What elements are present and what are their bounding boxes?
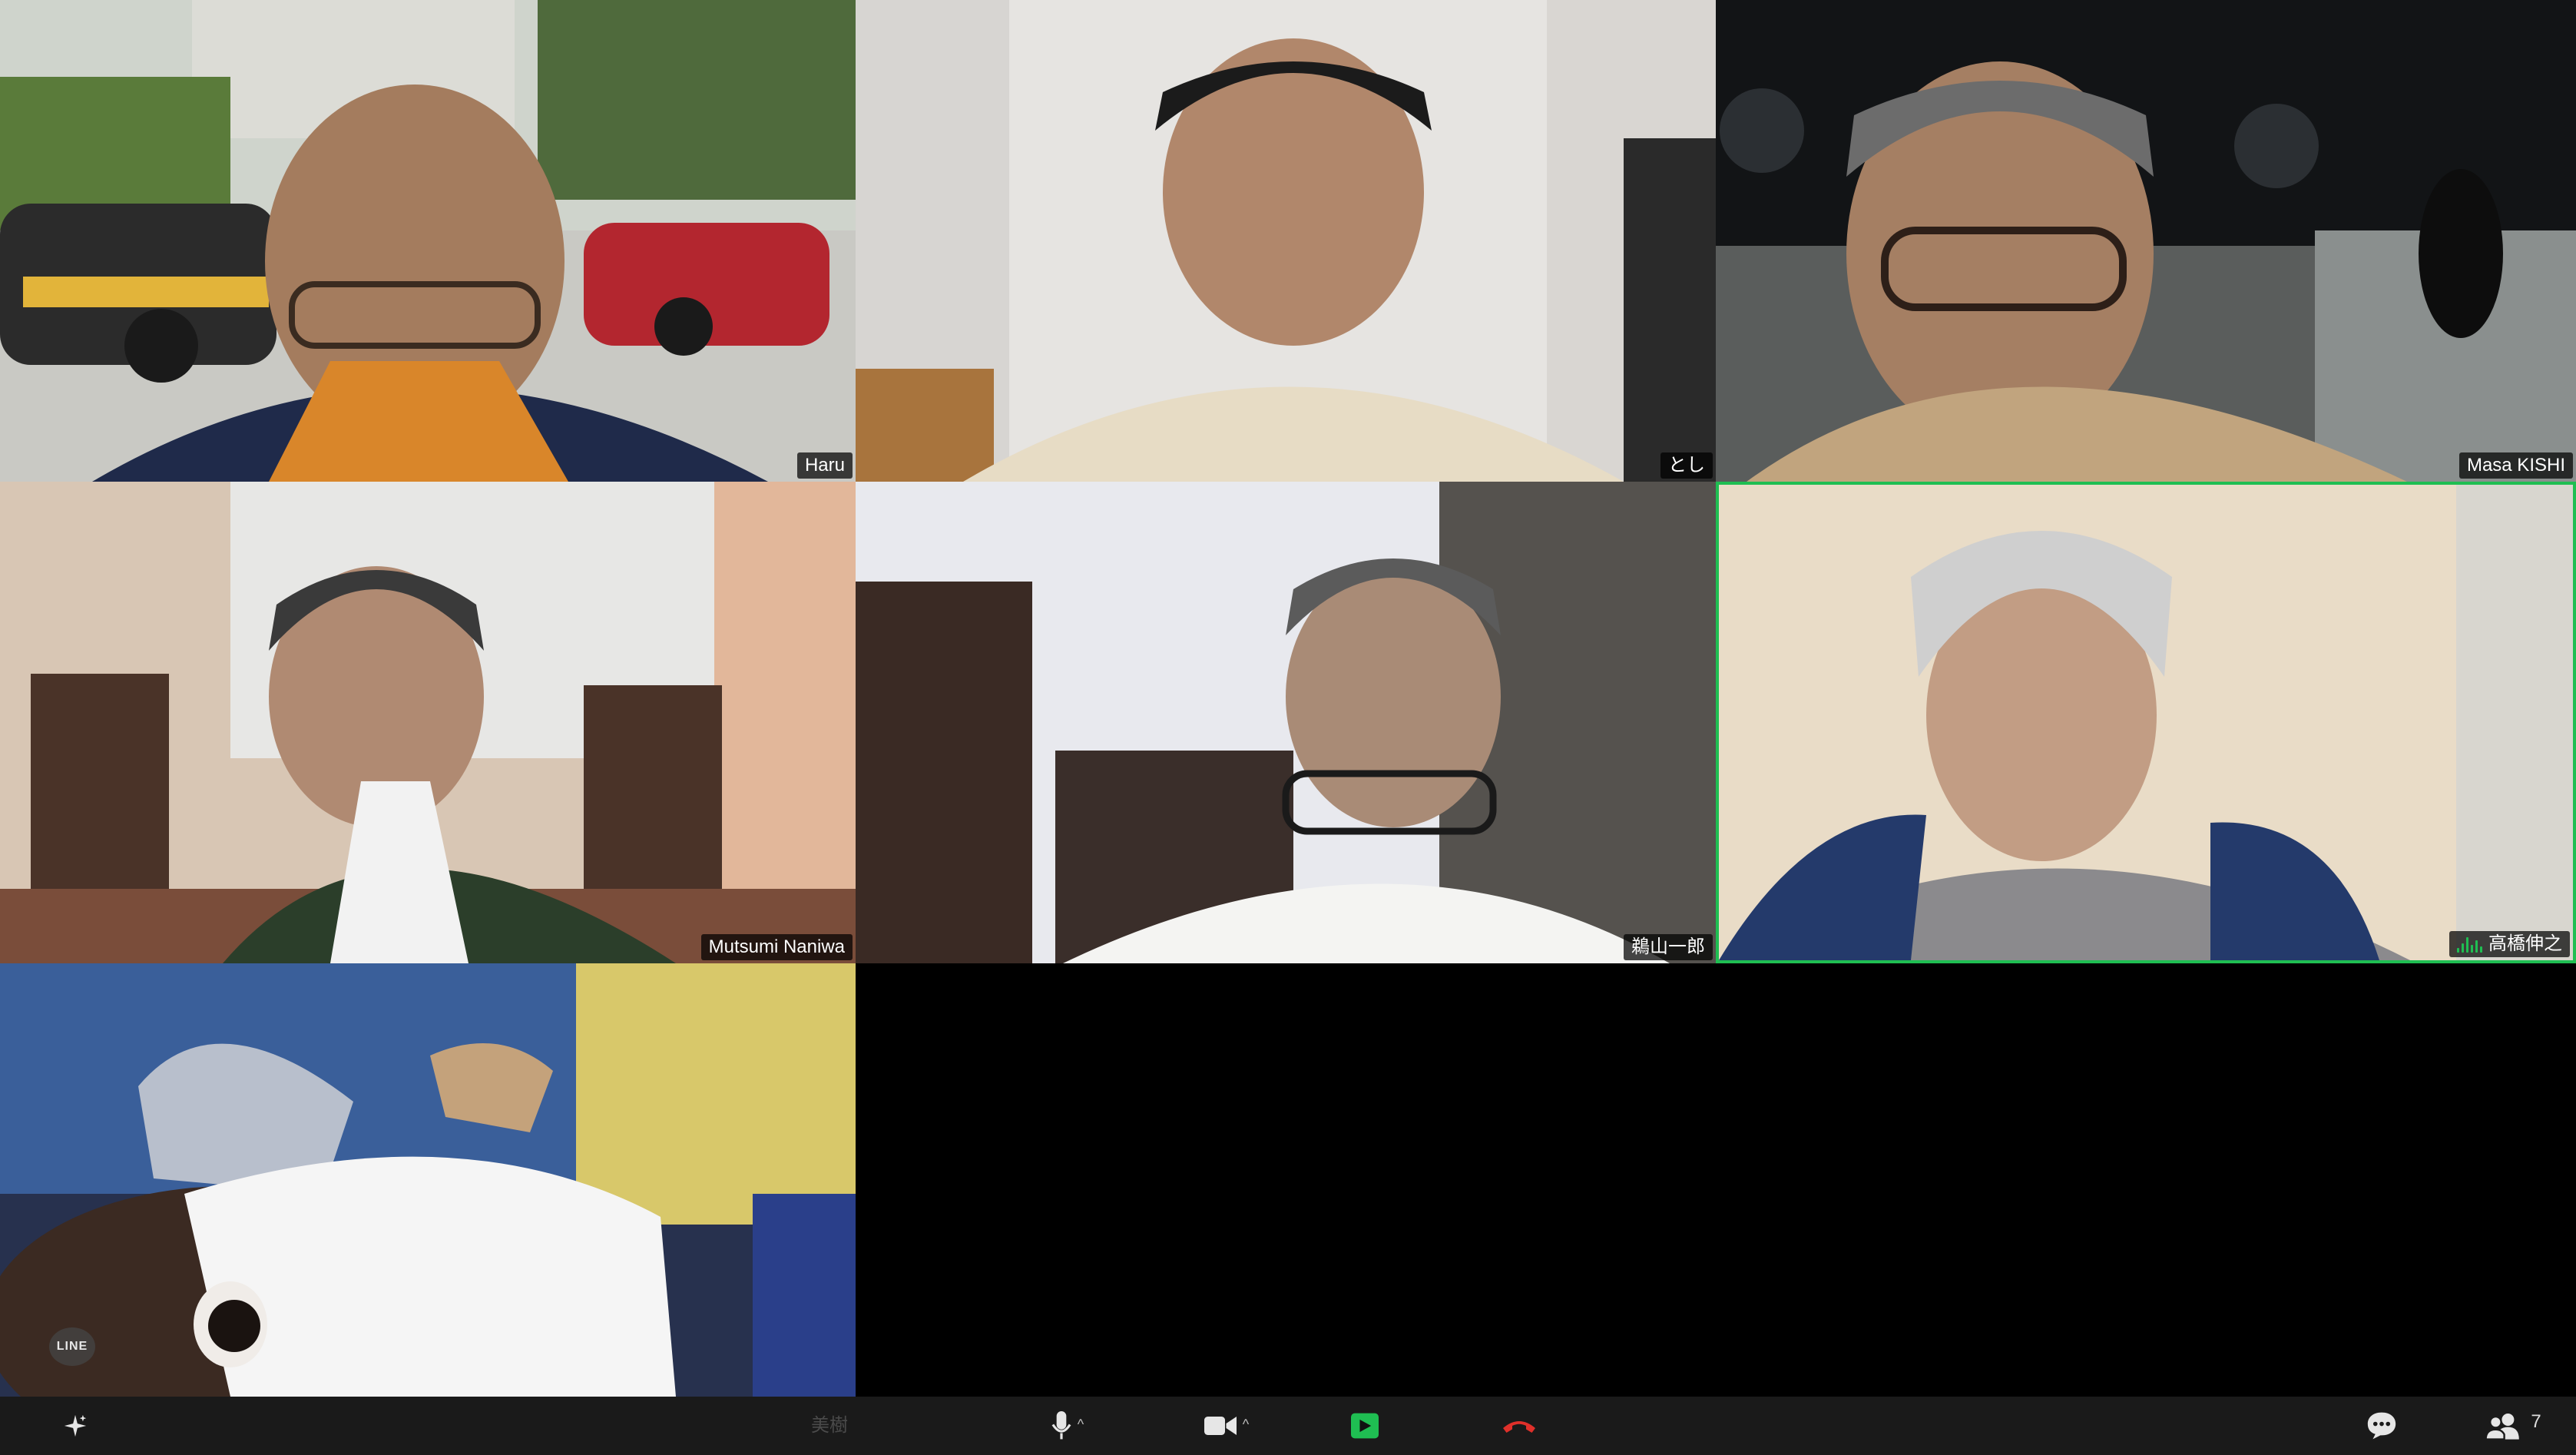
video-feed — [1719, 485, 2573, 960]
video-feed — [856, 482, 1716, 963]
end-call-icon — [1503, 1421, 1535, 1433]
mute-button[interactable]: ^ — [1037, 1397, 1098, 1455]
video-tile-uyama-ichiro[interactable]: 鵜山一郎 — [856, 482, 1716, 963]
participant-name-label: Mutsumi Naniwa — [700, 934, 853, 960]
microphone-icon — [1051, 1411, 1071, 1440]
share-screen-icon — [1351, 1413, 1379, 1439]
video-feed — [0, 482, 856, 963]
video-tile-takahashi-nobuyuki[interactable]: 高橋伸之 — [1716, 482, 2576, 963]
video-camera-icon — [1204, 1417, 1237, 1435]
chat-button[interactable] — [2362, 1397, 2401, 1455]
participant-name: Mutsumi Naniwa — [708, 936, 845, 957]
participant-name: 高橋伸之 — [2488, 933, 2562, 954]
participants-button[interactable]: 7 — [2475, 1397, 2551, 1455]
video-tile-mutsumi-naniwa[interactable]: Mutsumi Naniwa — [0, 482, 856, 963]
chat-icon — [2367, 1412, 2396, 1440]
participant-name: 鵜山一郎 — [1631, 936, 1705, 957]
sparkle-icon — [64, 1414, 87, 1437]
video-feed — [856, 0, 1716, 482]
video-tile-miki[interactable]: LINE — [0, 963, 856, 1397]
share-screen-button[interactable] — [1346, 1397, 1384, 1455]
stop-video-button[interactable]: ^ — [1192, 1397, 1261, 1455]
video-tile-haru[interactable]: Haru — [0, 0, 856, 482]
participant-name-label: Haru — [796, 452, 853, 479]
video-feed — [0, 963, 856, 1397]
participant-name-label: 高橋伸之 — [2449, 931, 2570, 957]
participant-count: 7 — [2531, 1411, 2541, 1432]
meeting-toolbar: 美樹 ^ ^ 7 — [0, 1397, 2576, 1455]
participant-name-label: とし — [1660, 452, 1713, 479]
participant-name-label: 鵜山一郎 — [1624, 934, 1713, 960]
video-feed — [0, 0, 856, 482]
video-call-window: Haru とし Masa KISHI Mutsumi Naniwa 鵜山一郎 高… — [0, 0, 2576, 1455]
participant-name: Masa KISHI — [2466, 455, 2565, 476]
self-view-name: 美樹 — [811, 1415, 848, 1436]
participant-name-label: Masa KISHI — [2458, 452, 2573, 479]
end-call-button[interactable] — [1498, 1397, 1541, 1455]
video-tile-masa-kishi[interactable]: Masa KISHI — [1716, 0, 2576, 482]
sparkle-button[interactable] — [55, 1397, 95, 1455]
speaking-audio-indicator-icon — [2457, 936, 2482, 953]
participant-name: Haru — [804, 455, 845, 476]
audio-options-caret-icon[interactable]: ^ — [1078, 1417, 1084, 1433]
video-options-caret-icon[interactable]: ^ — [1243, 1417, 1249, 1433]
video-tile-toshi[interactable]: とし — [856, 0, 1716, 482]
line-app-badge-icon: LINE — [49, 1327, 95, 1366]
participants-icon — [2485, 1414, 2520, 1440]
video-feed — [1716, 0, 2576, 482]
participant-name: とし — [1668, 455, 1705, 476]
